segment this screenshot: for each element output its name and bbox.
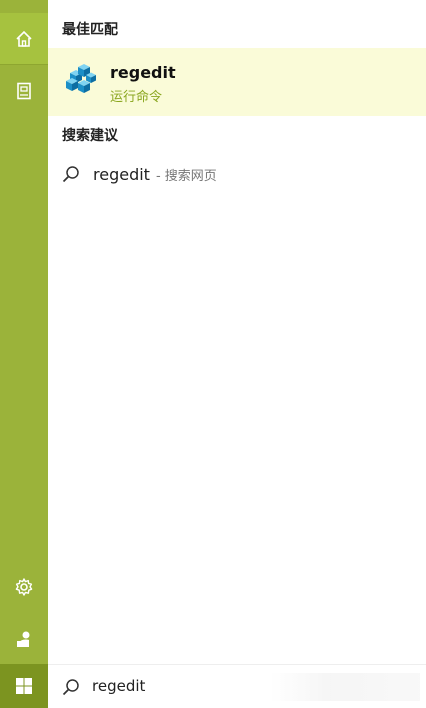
- windows-start-icon: [16, 678, 32, 694]
- suggestion-hint: - 搜索网页: [155, 169, 217, 184]
- search-results-panel: 最佳匹配 regedit 运行命令 搜索建议 regedit - 搜索网页: [48, 0, 426, 708]
- registry-editor-icon: [66, 64, 96, 93]
- taskbar-blur-region: [270, 673, 420, 701]
- home-icon: [16, 30, 32, 47]
- user-icon: [17, 631, 30, 647]
- settings-button[interactable]: [0, 562, 48, 612]
- app-name: regedit: [110, 63, 176, 82]
- suggestions-heading: 搜索建议: [62, 128, 118, 144]
- app-subtitle: 运行命令: [110, 90, 163, 105]
- documents-button[interactable]: [0, 66, 48, 116]
- suggestion-item[interactable]: regedit - 搜索网页: [48, 160, 426, 190]
- home-button[interactable]: [0, 13, 48, 65]
- search-input[interactable]: [92, 675, 292, 697]
- document-icon: [17, 82, 31, 100]
- suggestion-query: regedit: [93, 165, 150, 184]
- best-match-item[interactable]: regedit 运行命令: [48, 48, 426, 116]
- search-icon: [62, 166, 79, 183]
- account-button[interactable]: [0, 614, 48, 664]
- search-icon: [62, 679, 79, 696]
- gear-icon: [15, 578, 33, 596]
- best-match-heading: 最佳匹配: [62, 22, 118, 38]
- suggestion-text: regedit - 搜索网页: [93, 165, 217, 184]
- start-button[interactable]: [0, 664, 48, 708]
- start-menu-rail: [0, 0, 48, 708]
- search-box[interactable]: [48, 664, 426, 708]
